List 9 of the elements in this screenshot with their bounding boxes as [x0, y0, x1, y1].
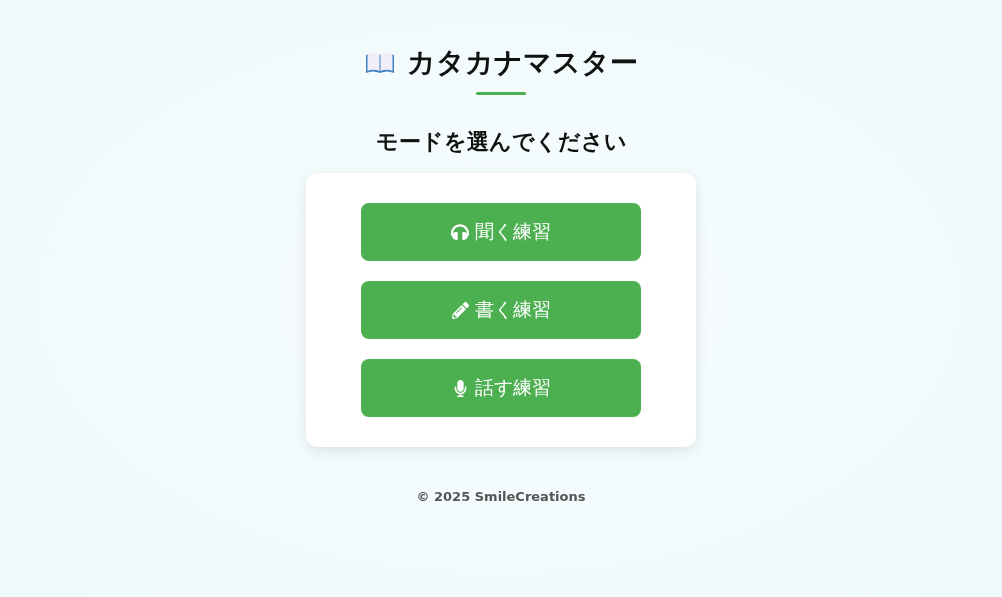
mode-button[interactable]: 話す練習 [361, 359, 641, 417]
app-title: カタカナマスター [406, 45, 638, 81]
copyright-text: © 2025 SmileCreations [416, 489, 586, 504]
pencil-icon [451, 301, 469, 319]
mode-button[interactable]: 聞く練習 [361, 203, 641, 261]
headphones-icon [451, 223, 469, 241]
mode-button[interactable]: 書く練習 [361, 281, 641, 339]
mode-prompt: モードを選んでください [375, 128, 627, 156]
book-icon [364, 51, 395, 75]
